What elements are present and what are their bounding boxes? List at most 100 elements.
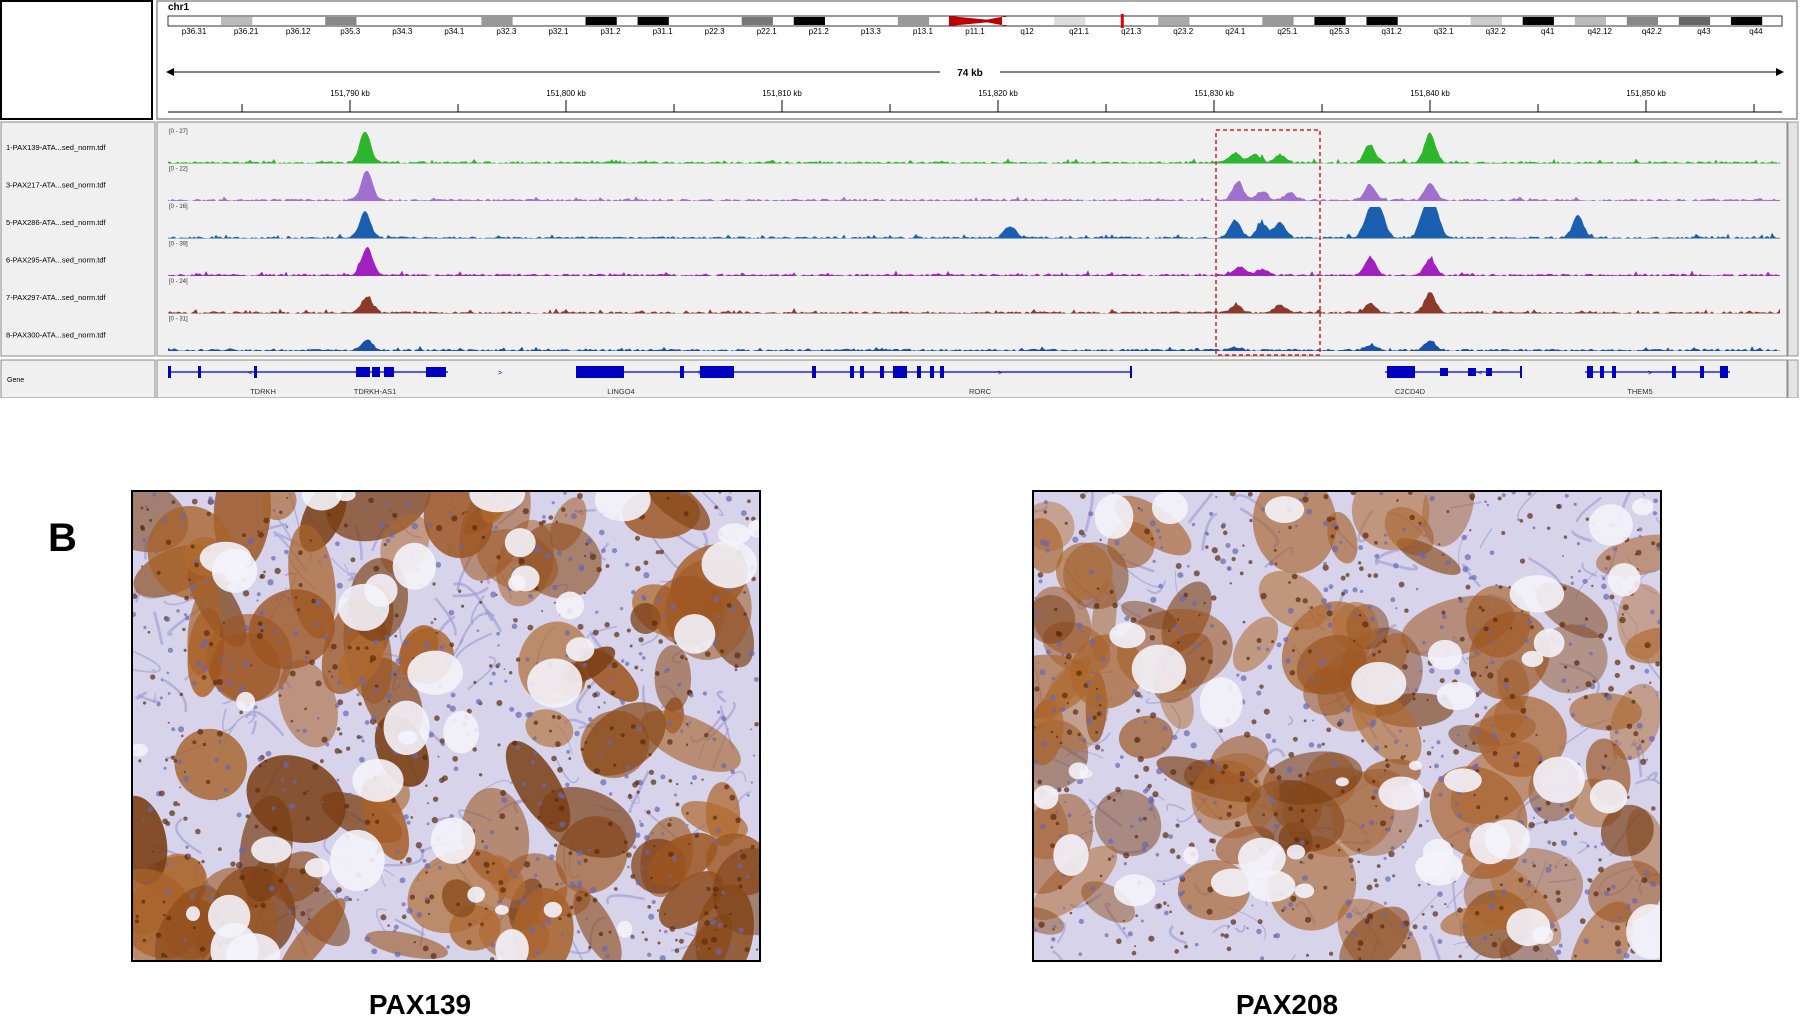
gene-exon	[1440, 368, 1448, 376]
cytoband	[689, 17, 721, 25]
cytoband	[741, 17, 773, 25]
gene-name: TDRKH-AS1	[354, 387, 397, 396]
cytoband-label: q41	[1541, 27, 1555, 36]
micrograph-pax139	[131, 490, 761, 962]
track-name[interactable]: 6-PAX295-ATA...sed_norm.tdf	[6, 256, 107, 265]
scrollbar[interactable]	[1787, 121, 1799, 357]
cytoband-label: q42.2	[1642, 27, 1663, 36]
cytoband-label: p34.3	[392, 27, 413, 36]
cytoband	[1210, 17, 1242, 25]
cytoband-label: q32.1	[1434, 27, 1455, 36]
gene-exon	[1720, 366, 1728, 378]
cytoband	[1730, 17, 1763, 25]
track-name[interactable]: 8-PAX300-ATA...sed_norm.tdf	[6, 331, 107, 340]
cytoband	[1314, 17, 1346, 25]
gene-exon	[850, 366, 854, 378]
gene-exon	[893, 366, 907, 378]
cytoband-label: q42.12	[1588, 27, 1613, 36]
gene-exon	[168, 366, 171, 378]
gene-name: LINGO4	[607, 387, 635, 396]
cytoband-label: p32.1	[548, 27, 569, 36]
gene-exon	[1600, 366, 1604, 378]
cytoband-label: p36.31	[182, 27, 207, 36]
cytoband	[1626, 17, 1659, 25]
cytoband	[1262, 17, 1294, 25]
cytoband-label: q25.1	[1277, 27, 1298, 36]
gene-exon	[917, 366, 921, 378]
track-name[interactable]: 5-PAX286-ATA...sed_norm.tdf	[6, 218, 107, 227]
span-label: 74 kb	[957, 68, 983, 79]
current-region-marker	[1120, 14, 1124, 28]
strand-chevron: <	[1478, 370, 1482, 377]
gene-exon	[254, 366, 257, 378]
cytoband	[1522, 17, 1554, 25]
cytoband-label: q32.2	[1486, 27, 1507, 36]
cytoband	[1574, 17, 1606, 25]
gene-name: C2CD4D	[1395, 387, 1426, 396]
track-range: [0 - 24]	[169, 279, 188, 285]
gene-exon	[426, 367, 446, 377]
gene-exon	[198, 366, 201, 378]
strand-chevron: >	[998, 370, 1002, 377]
cytoband	[1418, 17, 1450, 25]
gene-scrollbar[interactable]	[1787, 359, 1799, 398]
track-data-panel	[156, 121, 1788, 357]
cytoband-label: q44	[1749, 27, 1763, 36]
gene-exon	[940, 366, 944, 378]
gene-exon	[1387, 366, 1415, 378]
header-left-frame	[0, 0, 153, 120]
cytoband-label: p36.21	[234, 27, 259, 36]
cytoband-label: q12	[1020, 27, 1034, 36]
track-name-panel	[0, 121, 156, 357]
cytoband	[1366, 17, 1398, 25]
track-name[interactable]: 3-PAX217-ATA...sed_norm.tdf	[6, 181, 107, 190]
cytoband	[793, 17, 826, 25]
cytoband-label: q25.3	[1329, 27, 1350, 36]
gene-exon	[372, 367, 380, 377]
cytoband-label: q24.1	[1225, 27, 1246, 36]
cytoband	[533, 17, 565, 25]
gene-exon	[1486, 368, 1492, 376]
cytoband-label: p35.3	[340, 27, 361, 36]
strand-chevron: <	[248, 370, 252, 377]
gene-exon	[620, 366, 624, 378]
track-range: [0 - 16]	[169, 204, 188, 210]
gene-exon	[860, 366, 864, 378]
cytoband	[897, 17, 930, 25]
cytoband	[273, 17, 305, 25]
ruler-tick-label: 151,850 kb	[1626, 89, 1666, 98]
cytoband-label: p34.1	[444, 27, 465, 36]
track-range: [0 - 27]	[169, 129, 188, 135]
cytoband-label: q21.3	[1121, 27, 1142, 36]
gene-exon	[700, 366, 734, 378]
cytoband	[221, 17, 253, 25]
cytoband-label: q43	[1697, 27, 1711, 36]
cytoband	[1002, 17, 1034, 25]
cytoband	[169, 17, 201, 25]
gene-exon	[1520, 366, 1522, 378]
track-name[interactable]: 7-PAX297-ATA...sed_norm.tdf	[6, 293, 107, 302]
gene-name: TDRKH	[250, 387, 276, 396]
cytoband	[845, 17, 878, 25]
cytoband-label: q23.2	[1173, 27, 1194, 36]
track-range: [0 - 31]	[169, 317, 188, 323]
gene-exon	[356, 367, 370, 377]
track-name[interactable]: 1-PAX139-ATA...sed_norm.tdf	[6, 143, 107, 152]
cytoband-label: p13.3	[861, 27, 882, 36]
gene-exon	[1587, 366, 1593, 378]
cytoband-label: q21.1	[1069, 27, 1090, 36]
track-range: [0 - 39]	[169, 242, 188, 248]
ruler-tick-label: 151,820 kb	[978, 89, 1018, 98]
gene-name: RORC	[969, 387, 992, 396]
cytoband	[377, 17, 409, 25]
cytoband-label: p31.2	[601, 27, 622, 36]
cytoband	[481, 17, 513, 25]
ruler-tick-label: 151,800 kb	[546, 89, 586, 98]
gene-track-label: Gene	[7, 377, 24, 384]
gene-exon	[880, 366, 884, 378]
gene-exon	[384, 367, 394, 377]
gene-exon	[576, 366, 624, 378]
caption-pax139: PAX139	[368, 989, 472, 1020]
cytoband-label: p13.1	[913, 27, 934, 36]
strand-chevron: >	[1648, 370, 1652, 377]
